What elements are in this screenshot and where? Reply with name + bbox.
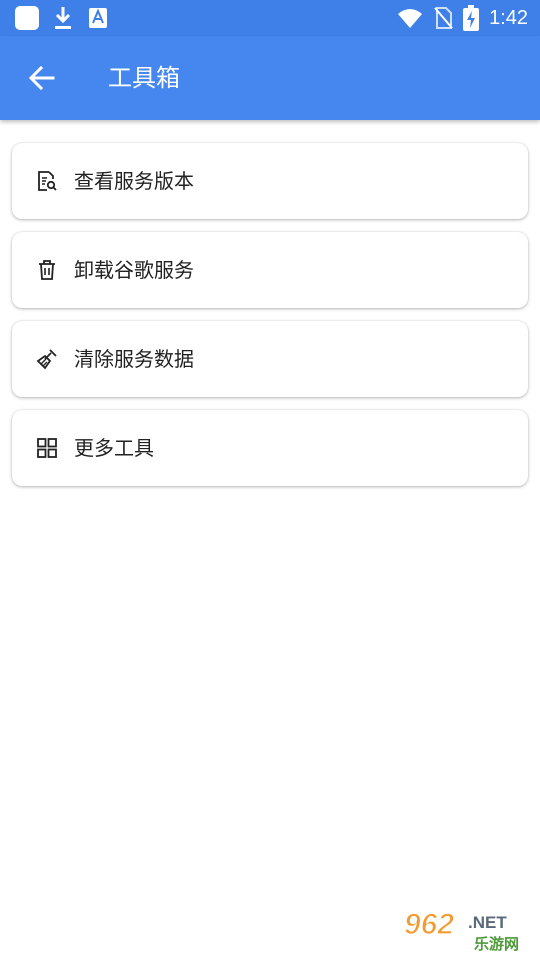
download-icon	[55, 7, 71, 29]
battery-charging-icon	[463, 5, 480, 31]
app-bar: 工具箱	[0, 36, 540, 120]
menu-item-label: 卸载谷歌服务	[74, 258, 194, 282]
grid-icon	[37, 438, 57, 458]
app-notification-icon	[15, 6, 39, 30]
font-a-icon	[89, 8, 107, 28]
status-time: 1:42	[489, 6, 528, 29]
menu-item-label: 查看服务版本	[74, 169, 194, 193]
broom-icon	[36, 349, 57, 370]
back-button[interactable]	[24, 60, 60, 96]
wifi-icon	[398, 9, 423, 28]
status-bar: 1:42	[0, 0, 540, 36]
menu-item-view-service-version[interactable]: 查看服务版本	[12, 143, 528, 219]
page-title: 工具箱	[108, 64, 180, 92]
menu-item-label: 清除服务数据	[74, 347, 194, 371]
tool-menu: 查看服务版本 卸载谷歌服务 清除服务数据 更多工具	[12, 143, 528, 499]
watermark-site-name: 乐游网	[474, 935, 519, 953]
no-sim-icon	[434, 7, 453, 29]
menu-item-label: 更多工具	[74, 436, 154, 460]
menu-item-clear-service-data[interactable]: 清除服务数据	[12, 321, 528, 397]
menu-item-more-tools[interactable]: 更多工具	[12, 410, 528, 486]
document-search-icon	[38, 171, 57, 191]
arrow-left-icon	[28, 65, 55, 91]
status-left	[14, 5, 108, 31]
trash-icon	[39, 260, 55, 280]
site-watermark-logo: 962 .NET 乐游网	[403, 907, 519, 953]
watermark-net: .NET	[468, 913, 507, 932]
status-right: 1:42	[397, 4, 528, 32]
watermark-number: 962	[404, 908, 454, 941]
menu-item-uninstall-google-services[interactable]: 卸载谷歌服务	[12, 232, 528, 308]
